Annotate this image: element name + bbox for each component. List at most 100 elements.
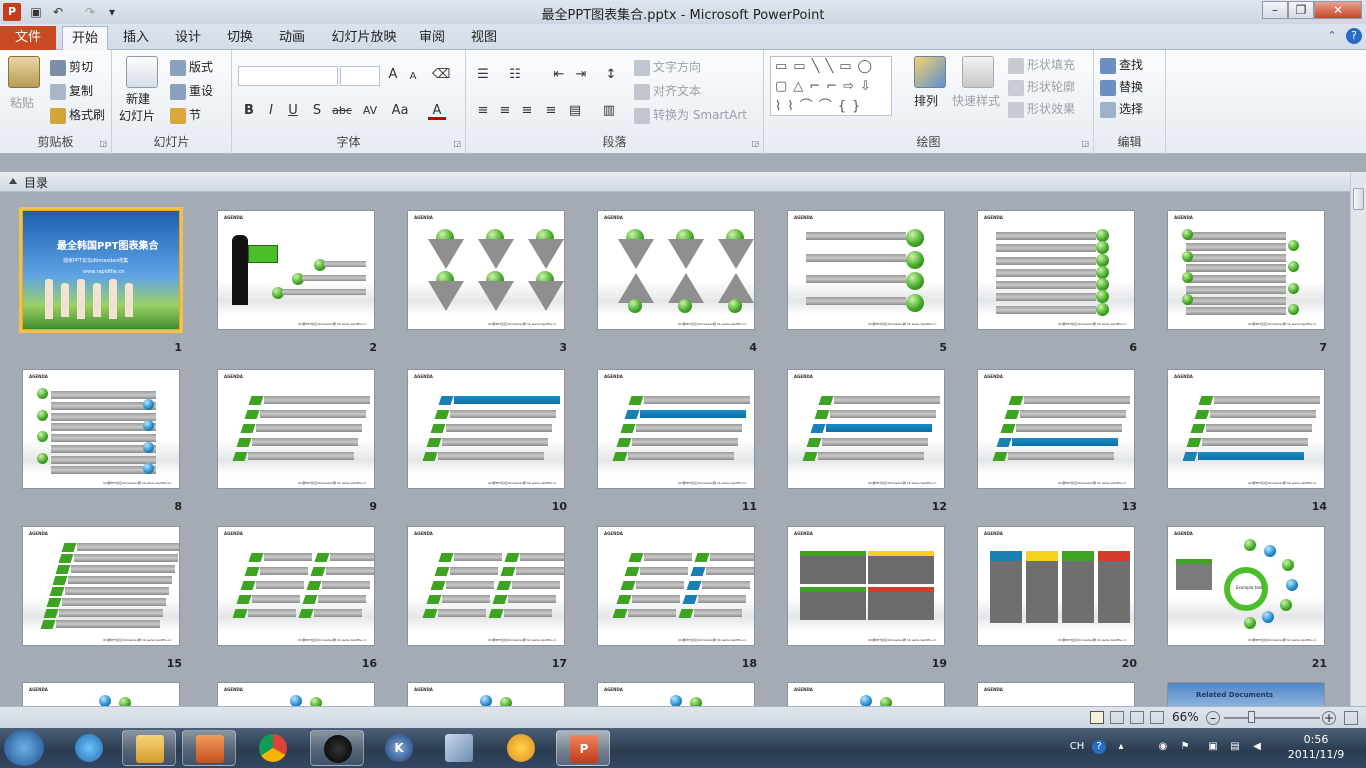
new-slide-dropdown[interactable]: 幻灯片 [119, 107, 155, 125]
paste-button[interactable]: 粘贴 [10, 94, 34, 112]
tab-review[interactable]: 审阅 [410, 26, 454, 50]
select-button[interactable]: 选择 [1100, 100, 1143, 118]
arrange-button[interactable]: 排列 [914, 92, 938, 110]
arrange-icon[interactable] [914, 56, 946, 88]
taskbar-chrome[interactable] [246, 730, 300, 766]
line-spacing-icon[interactable]: ↕ [602, 66, 620, 84]
taskbar-k[interactable]: K [372, 730, 426, 766]
new-slide-button[interactable]: 新建 [126, 90, 150, 108]
normal-view-icon[interactable] [1090, 711, 1104, 724]
numbering-icon[interactable]: ☷ [506, 66, 524, 84]
taskbar-app[interactable] [432, 730, 486, 766]
char-spacing-button[interactable]: AV [358, 102, 382, 120]
tab-insert[interactable]: 插入 [114, 26, 158, 50]
zoom-slider[interactable] [1224, 717, 1320, 719]
vertical-scrollbar[interactable] [1350, 172, 1366, 706]
tray-expand-icon[interactable]: ▴ [1114, 740, 1128, 754]
qq-tray-icon[interactable]: ◉ [1156, 740, 1170, 754]
font-launcher-icon[interactable]: ◲ [453, 139, 461, 148]
slide-thumbnail[interactable]: AGENDA QQ群PPT论坛dbmasdao群 hb www.rapidfile… [977, 369, 1135, 489]
reset-button[interactable]: 重设 [170, 82, 213, 100]
tab-transitions[interactable]: 切换 [218, 26, 262, 50]
ime-indicator[interactable]: CH [1068, 740, 1086, 754]
justify-icon[interactable]: ≡ [542, 102, 560, 120]
slide-thumbnail[interactable]: AGENDA QQ群PPT论坛dbmasdao群 hb www.rapidfile… [977, 526, 1135, 646]
shape-effects-button[interactable]: 形状效果 [1008, 100, 1075, 118]
align-text-button[interactable]: 对齐文本 [634, 82, 701, 100]
shape-fill-button[interactable]: 形状填充 [1008, 56, 1075, 74]
change-case-button[interactable]: Aa [388, 102, 412, 120]
zoom-in-icon[interactable]: + [1322, 711, 1336, 725]
slide-thumbnail[interactable]: AGENDA QQ群PPT论坛dbmasdao群 hb www.rapidfile… [217, 526, 375, 646]
section-button[interactable]: 节 [170, 106, 201, 124]
tab-animations[interactable]: 动画 [270, 26, 314, 50]
slide-thumbnail[interactable]: 最全韩国PPT图表集合 独家PPT论坛dbmasdao收集 www.rapidfil… [19, 207, 183, 333]
slide-thumbnail[interactable]: AGENDA QQ群PPT论坛dbmasdao群 hb www.rapidfile… [1167, 210, 1325, 330]
paste-icon[interactable] [8, 56, 40, 88]
find-button[interactable]: 查找 [1100, 56, 1143, 74]
text-direction-button[interactable]: 文字方向 [634, 58, 701, 76]
volume-tray-icon[interactable]: ◀ [1250, 740, 1264, 754]
close-button[interactable]: ✕ [1314, 1, 1362, 19]
slide-thumbnail[interactable]: AGENDA QQ群PPT论坛dbmasdao群 hb www.rapidfile… [22, 526, 180, 646]
slide-thumbnail[interactable]: AGENDA [977, 682, 1135, 706]
slide-thumbnail[interactable]: AGENDA QQ群PPT论坛dbmasdao群 hb www.rapidfile… [1167, 369, 1325, 489]
slide-thumbnail[interactable]: AGENDA [787, 682, 945, 706]
tab-file[interactable]: 文件 [0, 26, 56, 50]
quick-styles-icon[interactable] [962, 56, 994, 88]
slideshow-view-icon[interactable] [1150, 711, 1164, 724]
bold-button[interactable]: B [240, 102, 258, 120]
taskbar-qq[interactable] [310, 730, 364, 766]
slide-thumbnail[interactable]: AGENDA [407, 682, 565, 706]
font-name-combo[interactable] [238, 66, 338, 86]
align-left-icon[interactable]: ≡ [474, 102, 492, 120]
network-tray-icon[interactable]: ▤ [1228, 740, 1242, 754]
taskbar-powerpoint[interactable]: P [556, 730, 610, 766]
reading-view-icon[interactable] [1130, 711, 1144, 724]
shadow-button[interactable]: S [308, 102, 326, 120]
collapse-section-icon[interactable] [9, 178, 17, 184]
slide-thumbnail[interactable]: AGENDA QQ群PPT论坛dbmasdao群 hb www.rapidfile… [787, 369, 945, 489]
minimize-button[interactable]: – [1262, 1, 1288, 19]
clipboard-launcher-icon[interactable]: ◲ [99, 139, 107, 148]
cut-button[interactable]: 剪切 [50, 58, 93, 76]
scrollbar-thumb[interactable] [1353, 188, 1364, 210]
replace-button[interactable]: 替换 [1100, 78, 1143, 96]
slide-thumbnail[interactable]: AGENDA QQ群PPT论坛dbmasdao群 hb www.rapidfile… [597, 210, 755, 330]
tab-design[interactable]: 设计 [166, 26, 210, 50]
underline-button[interactable]: U [284, 102, 302, 120]
section-header[interactable]: 目录 [0, 172, 1350, 192]
zoom-level[interactable]: 66% [1172, 710, 1199, 724]
taskbar-media[interactable] [182, 730, 236, 766]
tab-slideshow[interactable]: 幻灯片放映 [326, 26, 402, 50]
fit-window-icon[interactable] [1344, 711, 1358, 725]
copy-button[interactable]: 复制 [50, 82, 93, 100]
align-right-icon[interactable]: ≡ [518, 102, 536, 120]
tab-home[interactable]: 开始 [62, 26, 108, 50]
slide-thumbnail[interactable]: AGENDA [597, 682, 755, 706]
italic-button[interactable]: I [262, 102, 280, 120]
slide-thumbnail[interactable]: AGENDA QQ群PPT论坛dbmasdao群 hb www.rapidfile… [597, 369, 755, 489]
font-color-button[interactable]: A [428, 102, 446, 120]
font-size-combo[interactable] [340, 66, 380, 86]
slide-thumbnail[interactable]: AGENDA [217, 682, 375, 706]
slide-thumbnail[interactable]: AGENDA QQ群PPT论坛dbmasdao群 hb www.rapidfile… [787, 526, 945, 646]
slide-thumbnail[interactable]: AGENDA [22, 682, 180, 706]
ime-help-icon[interactable]: ? [1092, 740, 1106, 754]
start-button-icon[interactable] [4, 730, 44, 766]
quick-styles-button[interactable]: 快速样式 [952, 92, 1000, 110]
shrink-font-button[interactable]: A [404, 68, 422, 86]
maximize-button[interactable]: ❐ [1288, 1, 1314, 19]
slide-thumbnail[interactable]: Related Documents [1167, 682, 1325, 706]
grow-font-button[interactable]: A [384, 66, 402, 84]
columns-icon[interactable]: ▥ [600, 102, 618, 120]
slide-thumbnail[interactable]: AGENDA QQ群PPT论坛dbmasdao群 hb www.rapidfile… [977, 210, 1135, 330]
bullets-icon[interactable]: ☰ [474, 66, 492, 84]
slide-thumbnail[interactable]: AGENDA QQ群PPT论坛dbmasdao群 hb www.rapidfile… [22, 369, 180, 489]
distributed-icon[interactable]: ▤ [566, 102, 584, 120]
collapse-ribbon-icon[interactable]: ⌃ [1324, 28, 1340, 44]
format-painter-button[interactable]: 格式刷 [50, 106, 105, 124]
strikethrough-button[interactable]: abc [330, 102, 354, 120]
shape-outline-button[interactable]: 形状轮廓 [1008, 78, 1075, 96]
slide-thumbnail[interactable]: AGENDA QQ群PPT论坛dbmasdao群 hb www.rapidfile… [407, 526, 565, 646]
